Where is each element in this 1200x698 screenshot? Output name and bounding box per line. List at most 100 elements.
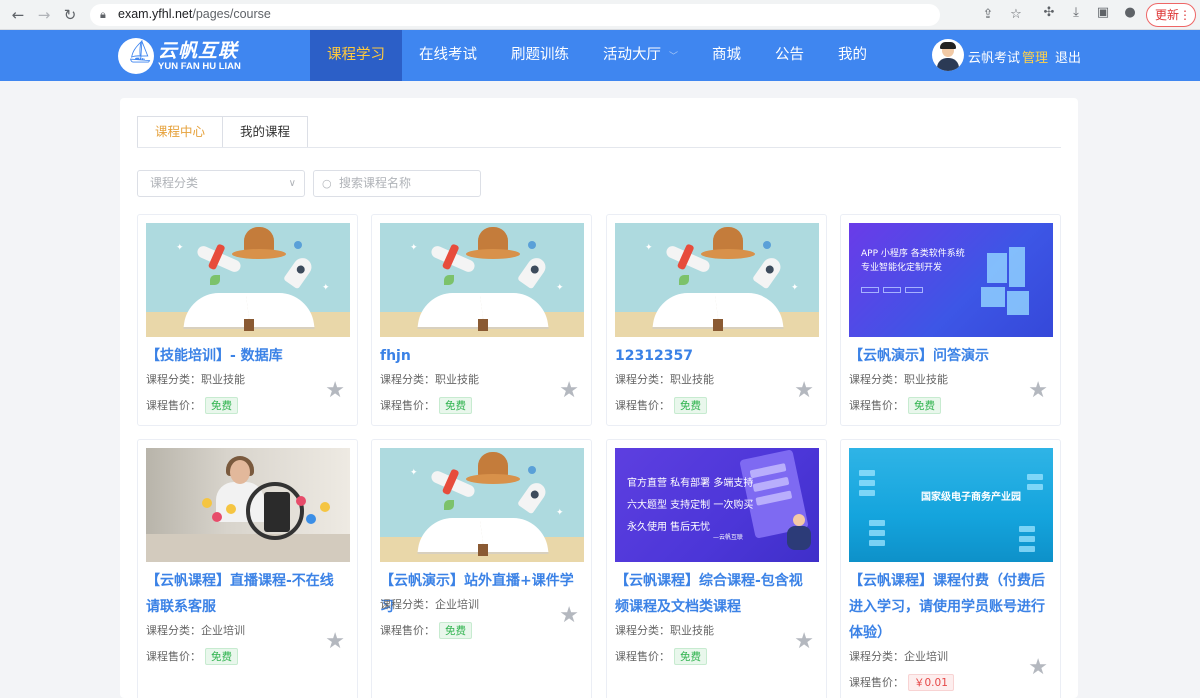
course-price: 课程售价： 免费	[380, 622, 472, 639]
course-card[interactable]: ✦ ✦ fhjn 课程分类：职业技能 课程售价： 免费 ★	[371, 214, 592, 426]
forward-arrow-icon[interactable]: →	[34, 5, 54, 25]
course-title[interactable]: 【云帆课程】课程付费（付费后进入学习，请使用学员账号进行体验）	[849, 568, 1049, 646]
site-header: ⛵︎ 云帆互联 YUN FAN HU LIAN 课程学习 在线考试 刷题训练 活…	[0, 30, 1200, 81]
avatar[interactable]	[932, 39, 964, 71]
nav-online-exam[interactable]: 在线考试	[402, 30, 494, 81]
url-text: exam.yfhl.net/pages/course	[118, 7, 271, 21]
course-thumbnail[interactable]: ✦ ✦	[380, 448, 584, 562]
course-title[interactable]: 12312357	[615, 343, 815, 369]
chevron-down-icon: ∨	[288, 178, 296, 189]
logo-chinese: 云帆互联	[158, 40, 239, 62]
course-price: 课程售价： 免费	[615, 397, 707, 414]
favorite-star-icon[interactable]: ★	[794, 629, 814, 654]
more-icon: ⋮	[1179, 8, 1191, 22]
favorite-star-icon[interactable]: ★	[559, 603, 579, 628]
download-icon[interactable]: ⤓	[1067, 5, 1085, 20]
course-card[interactable]: 官方直营 私有部署 多端支持 六大题型 支持定制 一次购买 永久使用 售后无忧 …	[606, 439, 827, 698]
nav-mine[interactable]: 我的	[821, 30, 884, 81]
logout-link[interactable]: 退出	[1055, 47, 1081, 66]
tabs-divider	[137, 147, 1061, 148]
course-price: 课程售价： 免费	[146, 648, 238, 665]
course-thumbnail[interactable]: ✦ ✦	[146, 223, 350, 337]
lock-icon: 🔒︎	[100, 8, 106, 21]
user-name[interactable]: 云帆考试	[968, 47, 1020, 66]
browser-toolbar: ← → ↻ 🔒︎ exam.yfhl.net/pages/course ⇪ ☆ …	[0, 0, 1200, 30]
tab-course-center[interactable]: 课程中心	[137, 116, 224, 148]
favorite-star-icon[interactable]: ★	[325, 629, 345, 654]
course-thumbnail[interactable]: 官方直营 私有部署 多端支持 六大题型 支持定制 一次购买 永久使用 售后无忧 …	[615, 448, 819, 562]
thumb-caption: 六大题型 支持定制 一次购买	[627, 500, 754, 511]
course-title[interactable]: 【云帆演示】站外直播+课件学习	[380, 568, 580, 620]
favorite-star-icon[interactable]: ★	[794, 378, 814, 403]
thumb-signature: —云帆互联	[713, 534, 744, 541]
course-title[interactable]: 【技能培训】- 数据库	[146, 343, 346, 369]
price-badge: 免费	[674, 648, 707, 665]
course-thumbnail[interactable]: ✦ ✦	[380, 223, 584, 337]
course-category: 课程分类：职业技能	[615, 624, 714, 637]
price-badge: 免费	[205, 397, 238, 414]
search-icon: ○	[322, 177, 332, 190]
chevron-down-icon: ﹀	[669, 52, 679, 62]
course-price: 课程售价： 免费	[849, 397, 941, 414]
course-price: 课程售价： 免费	[146, 397, 238, 414]
favorite-star-icon[interactable]: ★	[559, 378, 579, 403]
nav-activity-hall[interactable]: 活动大厅 ﹀	[586, 30, 695, 81]
course-category: 课程分类：职业技能	[849, 373, 948, 386]
course-thumbnail[interactable]: APP 小程序 各类软件系统 专业智能化定制开发	[849, 223, 1053, 337]
course-thumbnail[interactable]	[146, 448, 350, 562]
course-category: 课程分类：职业技能	[146, 373, 245, 386]
tab-my-courses[interactable]: 我的课程	[223, 116, 309, 148]
share-icon[interactable]: ⇪	[980, 7, 996, 22]
main-nav: 课程学习 在线考试 刷题训练 活动大厅 ﹀ 商城 公告 我的	[310, 30, 884, 81]
thumb-caption: 国家级电子商务产业园	[921, 492, 1021, 503]
address-bar[interactable]: 🔒︎ exam.yfhl.net/pages/course ⇪ ☆	[90, 4, 1022, 26]
course-title[interactable]: fhjn	[380, 343, 580, 369]
course-price: 课程售价： 免费	[615, 648, 707, 665]
course-thumbnail[interactable]: ✦ ✦	[615, 223, 819, 337]
course-category: 课程分类：企业培训	[380, 598, 479, 611]
reload-icon[interactable]: ↻	[60, 5, 80, 25]
course-title[interactable]: 【云帆演示】问答演示	[849, 343, 1049, 369]
price-badge: 免费	[674, 397, 707, 414]
course-category: 课程分类：职业技能	[380, 373, 479, 386]
course-title[interactable]: 【云帆课程】综合课程-包含视频课程及文档类课程	[615, 568, 815, 620]
search-input[interactable]: ○ 搜索课程名称	[313, 170, 481, 197]
price-badge: 免费	[439, 397, 472, 414]
favorite-star-icon[interactable]: ★	[325, 378, 345, 403]
course-card[interactable]: APP 小程序 各类软件系统 专业智能化定制开发 【云帆演示】问答演示 课程分类：…	[840, 214, 1061, 426]
thumb-caption: 永久使用 售后无忧	[627, 522, 711, 533]
course-title[interactable]: 【云帆课程】直播课程-不在线请联系客服	[146, 568, 346, 620]
course-price: 课程售价： ￥0.01	[849, 674, 954, 691]
price-badge: ￥0.01	[908, 674, 954, 691]
course-category: 课程分类：职业技能	[615, 373, 714, 386]
sidebar-icon[interactable]: ▣	[1094, 5, 1112, 20]
course-card[interactable]: 【云帆课程】直播课程-不在线请联系客服 课程分类：企业培训 课程售价： 免费 ★	[137, 439, 358, 698]
course-panel: 课程中心 我的课程 课程分类 ∨ ○ 搜索课程名称 ✦ ✦ 【技能培训】- 数据库…	[120, 98, 1078, 698]
bookmark-star-icon[interactable]: ☆	[1008, 7, 1024, 22]
course-card[interactable]: 国家级电子商务产业园 【云帆课程】课程付费（付费后进入学习，请使用学员账号进行体…	[840, 439, 1061, 698]
course-thumbnail[interactable]: 国家级电子商务产业园	[849, 448, 1053, 562]
site-logo[interactable]: ⛵︎ 云帆互联 YUN FAN HU LIAN	[118, 36, 241, 76]
course-tabs: 课程中心 我的课程	[137, 116, 309, 148]
course-card[interactable]: ✦ ✦ 【云帆演示】站外直播+课件学习 课程分类：企业培训 课程售价： 免费 ★	[371, 439, 592, 698]
course-card[interactable]: ✦ ✦ 【技能培训】- 数据库 课程分类：职业技能 课程售价： 免费 ★	[137, 214, 358, 426]
category-select[interactable]: 课程分类 ∨	[137, 170, 305, 197]
price-badge: 免费	[908, 397, 941, 414]
favorite-star-icon[interactable]: ★	[1028, 378, 1048, 403]
puzzle-icon[interactable]: ✣	[1040, 5, 1058, 20]
nav-course-study[interactable]: 课程学习	[310, 30, 402, 81]
profile-icon[interactable]: ●	[1121, 5, 1139, 20]
thumb-caption: APP 小程序 各类软件系统 专业智能化定制开发	[861, 249, 965, 273]
thumb-caption: 官方直营 私有部署 多端支持	[627, 478, 754, 489]
nav-notice[interactable]: 公告	[758, 30, 821, 81]
favorite-star-icon[interactable]: ★	[1028, 655, 1048, 680]
admin-link[interactable]: 管理	[1022, 47, 1048, 66]
update-button[interactable]: 更新 ⋮	[1146, 3, 1196, 27]
nav-practice[interactable]: 刷题训练	[494, 30, 586, 81]
course-card[interactable]: ✦ ✦ 12312357 课程分类：职业技能 课程售价： 免费 ★	[606, 214, 827, 426]
price-badge: 免费	[205, 648, 238, 665]
nav-mall[interactable]: 商城	[695, 30, 758, 81]
course-category: 课程分类：企业培训	[146, 624, 245, 637]
back-arrow-icon[interactable]: ←	[8, 5, 28, 25]
price-badge: 免费	[439, 622, 472, 639]
